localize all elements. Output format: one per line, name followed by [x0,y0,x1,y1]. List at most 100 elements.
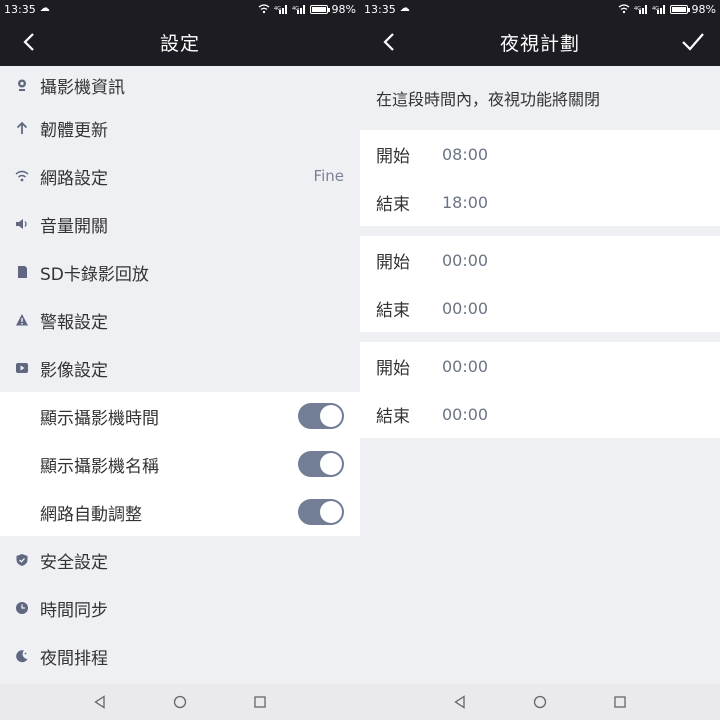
start-time-value: 00:00 [442,356,489,376]
wifi-icon [258,4,269,14]
auto-network-toggle[interactable] [298,499,344,525]
circle-home-icon[interactable] [533,695,547,709]
sd-card-icon [14,264,30,280]
end-time-row[interactable]: 結束 00:00 [360,284,720,332]
triangle-back-icon[interactable] [93,695,107,709]
battery-percent: 98% [691,2,716,16]
status-bar: 13:35 ☁ 4G 4G 98% [0,0,360,18]
back-arrow-icon[interactable] [378,30,402,54]
speaker-icon [14,216,30,232]
end-time-row[interactable]: 結束 18:00 [360,178,720,226]
video-options-group: 顯示攝影機時間 顯示攝影機名稱 網路自動調整 [0,392,360,536]
settings-item-alarm[interactable]: 警報設定 [0,296,360,344]
end-time-value: 18:00 [442,192,489,212]
start-time-row[interactable]: 開始 00:00 [360,342,720,390]
top-nav: 夜視計劃 [360,18,720,66]
schedule-block: 開始 08:00 結束 18:00 [360,130,720,226]
upload-arrow-icon [14,120,30,136]
settings-item-label: 時間同步 [40,600,108,621]
settings-item-label: 警報設定 [40,312,108,333]
signal-icon: 4G [274,5,287,14]
network-status-value: Fine [313,167,344,185]
status-bar: 13:35 ☁ 4G 4G 98% [360,0,720,18]
start-label: 開始 [376,146,410,167]
svg-text:4G: 4G [634,6,641,12]
settings-item-video[interactable]: 影像設定 [0,344,360,392]
end-time-value: 00:00 [442,404,489,424]
page-title: 設定 [159,32,200,55]
start-label: 開始 [376,358,410,379]
end-label: 結束 [376,194,410,215]
wifi-icon [618,4,629,14]
square-recent-icon[interactable] [253,695,267,709]
camera-time-toggle[interactable] [298,403,344,429]
settings-item-time-sync[interactable]: 時間同步 [0,584,360,632]
signal-icon: 4G [292,5,305,14]
end-time-row[interactable]: 結束 00:00 [360,390,720,438]
schedule-block: 開始 00:00 結束 00:00 [360,236,720,332]
toggle-knob [320,501,342,523]
settings-item-label: 安全設定 [40,552,108,573]
check-icon[interactable] [680,30,706,54]
schedule-description: 在這段時間內，夜視功能將關閉 [376,90,601,109]
toggle-row-camera-time: 顯示攝影機時間 [0,392,360,440]
settings-item-network[interactable]: 網路設定 Fine [0,152,360,200]
battery-fill [311,6,326,12]
start-time-row[interactable]: 開始 08:00 [360,130,720,178]
settings-item-sd-playback[interactable]: SD卡錄影回放 [0,248,360,296]
settings-item-night-schedule[interactable]: 夜間排程 [0,632,360,680]
settings-item-volume[interactable]: 音量開關 [0,200,360,248]
battery-fill [671,6,686,12]
shield-icon [14,552,30,568]
camera-icon [14,77,30,93]
toggle-label: 網路自動調整 [40,504,142,525]
cloud-icon: ☁ [39,3,50,14]
svg-text:4G: 4G [274,6,281,12]
settings-item-label: 攝影機資訊 [40,77,125,98]
settings-item-label: 韌體更新 [40,120,108,141]
settings-item-label: 網路設定 [40,168,108,189]
moon-icon [14,648,30,664]
toggle-label: 顯示攝影機名稱 [40,456,159,477]
svg-text:4G: 4G [652,6,659,12]
signal-icon: 4G [634,5,647,14]
back-arrow-icon[interactable] [18,30,42,54]
start-time-row[interactable]: 開始 00:00 [360,236,720,284]
toggle-row-auto-network: 網路自動調整 [0,488,360,536]
settings-item-label: 音量開關 [40,216,108,237]
clock-text: 13:35 [4,2,36,16]
settings-item-label: 夜間排程 [40,648,108,669]
camera-name-toggle[interactable] [298,451,344,477]
top-nav: 設定 [0,18,360,66]
battery-percent: 98% [331,2,356,16]
toggle-knob [320,405,342,427]
settings-list: 攝影機資訊 韌體更新 網路設定 Fine 音量開關 SD卡錄影回放 警報設定 影… [0,66,360,680]
video-icon [14,360,30,376]
page-title: 夜視計劃 [499,32,580,55]
settings-item-label: 影像設定 [40,360,108,381]
wifi-icon [14,168,30,184]
start-time-value: 00:00 [442,250,489,270]
battery-icon [669,4,690,14]
battery-icon [309,4,330,14]
system-nav-bar [0,684,360,720]
system-nav-bar [360,684,720,720]
toggle-knob [320,453,342,475]
end-label: 結束 [376,300,410,321]
settings-item-security[interactable]: 安全設定 [0,536,360,584]
settings-item-camera-info[interactable]: 攝影機資訊 [0,66,360,104]
warning-icon [14,312,30,328]
circle-home-icon[interactable] [173,695,187,709]
svg-text:4G: 4G [292,6,299,12]
start-label: 開始 [376,252,410,273]
settings-screen: 13:35 ☁ 4G 4G 98% 設定 攝影機資訊 韌體更新 網路設定 Fin… [0,0,360,720]
night-schedule-screen: 13:35 ☁ 4G 4G 98% 夜視計劃 在這段時間內，夜視功能將關閉 開始… [360,0,720,720]
triangle-back-icon[interactable] [453,695,467,709]
toggle-row-camera-name: 顯示攝影機名稱 [0,440,360,488]
square-recent-icon[interactable] [613,695,627,709]
clock-icon [14,600,30,616]
schedule-block: 開始 00:00 結束 00:00 [360,342,720,438]
signal-icon: 4G [652,5,665,14]
settings-item-firmware[interactable]: 韌體更新 [0,104,360,152]
clock-text: 13:35 [364,2,396,16]
